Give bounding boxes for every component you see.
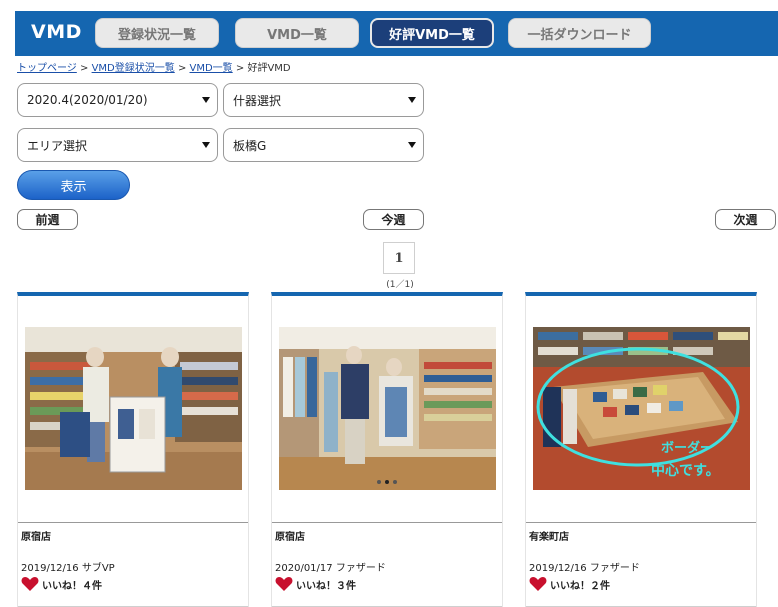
heart-icon <box>529 577 547 591</box>
vmd-card[interactable]: 原宿店 2019/12/16 サブVP いいね！４件 <box>17 292 249 607</box>
header-bar: VMD 登録状況一覧 VMD一覧 好評VMD一覧 一括ダウンロード <box>15 11 778 56</box>
like-count: いいね！４件 <box>42 580 102 592</box>
nav-vmd-list[interactable]: VMD一覧 <box>235 18 359 48</box>
page-info: (1／1) <box>386 280 414 290</box>
like-button[interactable]: いいね！２件 <box>529 576 610 592</box>
page-number-button[interactable]: 1 <box>383 242 415 274</box>
group-select-value: 板橋G <box>233 138 267 153</box>
vmd-photo[interactable] <box>25 327 242 490</box>
breadcrumb-vmd-list[interactable]: VMD一覧 <box>190 63 233 74</box>
breadcrumb: トップページ > VMD登録状況一覧 > VMD一覧 > 好評VMD <box>17 59 291 74</box>
breadcrumb-top-page[interactable]: トップページ <box>17 63 77 74</box>
header: VMD 登録状況一覧 VMD一覧 好評VMD一覧 一括ダウンロード <box>0 0 778 56</box>
breadcrumb-separator: > <box>177 63 187 74</box>
date-caption: 2019/12/16 ファザード <box>529 563 640 574</box>
app-logo: VMD <box>31 21 82 43</box>
show-button[interactable]: 表示 <box>17 170 130 200</box>
area-select[interactable]: エリア選択 <box>17 128 218 162</box>
nav-bulk-download[interactable]: 一括ダウンロード <box>508 18 651 48</box>
chevron-down-icon <box>202 97 210 103</box>
chevron-down-icon <box>408 97 416 103</box>
vmd-photo[interactable]: ボーダー 中心です。 <box>533 327 750 490</box>
heart-icon <box>275 577 293 591</box>
like-button[interactable]: いいね！４件 <box>21 576 102 592</box>
like-count: いいね！３件 <box>296 580 356 592</box>
chevron-down-icon <box>408 142 416 148</box>
prev-week-button[interactable]: 前週 <box>17 209 78 230</box>
vmd-card[interactable]: ボーダー 中心です。 有楽町店 2019/12/16 ファザード いいね！２件 <box>525 292 757 607</box>
chevron-down-icon <box>202 142 210 148</box>
period-select-value: 2020.4(2020/01/20) <box>27 93 148 107</box>
fixture-select[interactable]: 什器選択 <box>223 83 424 117</box>
date-caption: 2020/01/17 ファザード <box>275 563 386 574</box>
store-name: 有楽町店 <box>529 532 569 543</box>
heart-icon <box>21 577 39 591</box>
area-select-value: エリア選択 <box>27 138 88 153</box>
breadcrumb-separator: > <box>80 63 89 74</box>
card-divider <box>18 522 248 523</box>
breadcrumb-current: 好評VMD <box>247 63 291 74</box>
card-divider <box>526 522 756 523</box>
store-name: 原宿店 <box>21 532 51 543</box>
like-button[interactable]: いいね！３件 <box>275 576 356 592</box>
card-divider <box>272 522 502 523</box>
breadcrumb-separator: > <box>235 63 245 74</box>
current-week-button[interactable]: 今週 <box>363 209 424 230</box>
store-name: 原宿店 <box>275 532 305 543</box>
photo-annotation-text: ボーダー <box>661 440 713 456</box>
fixture-select-value: 什器選択 <box>233 93 282 108</box>
next-week-button[interactable]: 次週 <box>715 209 776 230</box>
vmd-photo[interactable] <box>279 327 496 490</box>
nav-registration-status[interactable]: 登録状況一覧 <box>95 18 219 48</box>
group-select[interactable]: 板橋G <box>223 128 424 162</box>
breadcrumb-vmd-registration[interactable]: VMD登録状況一覧 <box>92 63 175 74</box>
nav-popular-vmd-list[interactable]: 好評VMD一覧 <box>370 18 494 48</box>
photo-annotation-text: 中心です。 <box>651 462 720 479</box>
period-select[interactable]: 2020.4(2020/01/20) <box>17 83 218 117</box>
like-count: いいね！２件 <box>550 580 610 592</box>
vmd-card[interactable]: 原宿店 2020/01/17 ファザード いいね！３件 <box>271 292 503 607</box>
date-caption: 2019/12/16 サブVP <box>21 563 115 574</box>
